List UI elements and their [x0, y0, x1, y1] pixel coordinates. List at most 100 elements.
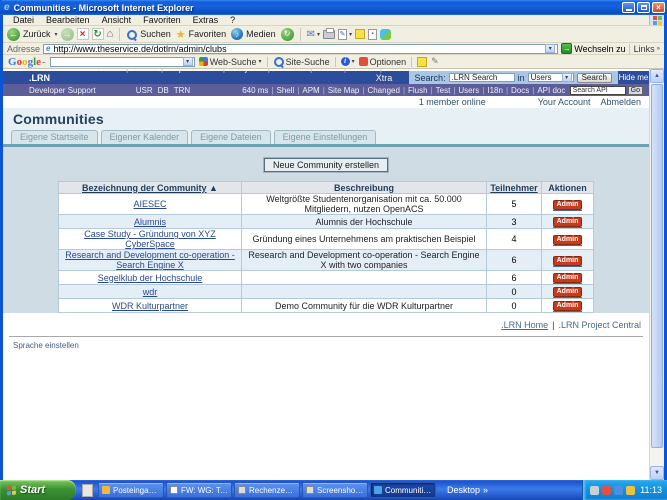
web-search-button[interactable]: Web-Suche ▾ — [199, 57, 262, 67]
portal-tab[interactable]: Eigene Einstellungen — [274, 130, 377, 144]
lrn-search-button[interactable]: Search — [577, 73, 612, 83]
admin-action-link[interactable]: Admin — [553, 300, 583, 312]
logout-link[interactable]: Abmelden — [600, 97, 641, 107]
minimize-button[interactable] — [622, 2, 635, 13]
lrn-scope-select[interactable]: Users ▾ — [528, 73, 574, 82]
portal-tab[interactable]: Eigene Dateien — [191, 130, 271, 144]
back-button[interactable]: ← Zurück ▾ — [7, 28, 58, 41]
tray-icon[interactable] — [590, 486, 599, 495]
google-input-dropdown-icon[interactable]: ▾ — [183, 57, 193, 66]
pencil-icon[interactable]: ✎ — [431, 56, 439, 67]
hide-me-link[interactable]: Hide me — [618, 73, 649, 82]
menu-item[interactable]: Extras — [187, 15, 225, 25]
lrn-home-link[interactable]: .LRN Home — [501, 320, 548, 330]
address-input[interactable]: e http://www.theservice.de/dotlrn/admin/… — [43, 44, 558, 54]
messenger-button[interactable] — [380, 29, 391, 40]
info-dropdown-icon[interactable]: ▾ — [352, 58, 355, 65]
address-url[interactable]: http://www.theservice.de/dotlrn/admin/cl… — [53, 44, 542, 54]
back-dropdown-icon[interactable]: ▾ — [55, 31, 58, 38]
edit-dropdown-icon[interactable]: ▾ — [349, 31, 352, 38]
portal-tab[interactable]: Eigener Kalender — [101, 130, 189, 144]
lrn-brand[interactable]: .LRN — [29, 73, 50, 83]
devbar-link[interactable]: Site Map — [320, 86, 360, 95]
devbar-link[interactable]: Test — [428, 86, 451, 95]
community-name-link[interactable]: Alumnis — [134, 217, 166, 227]
media-button[interactable]: ♪ Medien — [231, 28, 278, 40]
start-button[interactable]: Start — [0, 480, 76, 500]
community-name-link[interactable]: Research and Development co-operation - … — [65, 250, 235, 270]
google-search-input[interactable]: ▾ — [50, 57, 195, 67]
community-name-link[interactable]: WDR Kulturpartner — [112, 301, 188, 311]
devbar-link[interactable]: Users — [450, 86, 479, 95]
taskbar-task-button[interactable]: Rechenzentrum Uni K... — [234, 482, 300, 498]
taskbar-task-button[interactable]: Screenshots dotLRN... — [302, 482, 368, 498]
devbar-link[interactable]: APM — [294, 86, 319, 95]
research-button[interactable]: ▪ — [368, 29, 377, 40]
scroll-down-button[interactable]: ▼ — [650, 466, 664, 480]
mail-dropdown-icon[interactable]: ▾ — [317, 31, 320, 38]
admin-action-link[interactable]: Admin — [553, 199, 583, 211]
discuss-button[interactable] — [355, 29, 365, 39]
page-info-button[interactable]: i ▾ — [341, 57, 355, 66]
devbar-link[interactable]: Changed — [359, 86, 400, 95]
options-button[interactable]: Optionen — [359, 57, 407, 67]
admin-action-link[interactable]: Admin — [553, 255, 583, 267]
menu-item[interactable]: Datei — [7, 15, 40, 25]
taskbar-task-button[interactable]: Posteingang - Micros... — [98, 482, 164, 498]
taskbar-task-button[interactable]: Communities - Micros... — [370, 482, 436, 498]
admin-action-link[interactable]: Admin — [553, 286, 583, 298]
window-titlebar[interactable]: e Communities - Microsoft Internet Explo… — [0, 0, 667, 15]
api-search-input[interactable]: Search API — [570, 86, 626, 95]
taskbar-task-button[interactable]: FW: WG: Teilnahme v... — [166, 482, 232, 498]
community-name-link[interactable]: wdr — [143, 287, 158, 297]
web-search-dropdown-icon[interactable]: ▾ — [259, 58, 262, 65]
devbar-title[interactable]: Developer Support — [29, 86, 96, 95]
api-search-go-button[interactable]: Go — [628, 86, 643, 95]
scrollbar-thumb[interactable] — [651, 84, 663, 448]
admin-action-link[interactable]: Admin — [553, 216, 583, 228]
devbar-link[interactable]: Docs — [503, 86, 529, 95]
devbar-link[interactable]: Shell — [268, 86, 294, 95]
menu-item[interactable]: Ansicht — [96, 15, 138, 25]
portal-tab[interactable]: Eigene Startseite — [11, 130, 98, 144]
your-account-link[interactable]: Your Account — [538, 97, 591, 107]
print-button[interactable] — [323, 30, 335, 39]
favorites-button[interactable]: ★ Favoriten — [176, 28, 228, 41]
mail-button[interactable]: ✉ ▾ — [307, 29, 320, 40]
home-button[interactable]: ⌂ — [107, 28, 114, 40]
community-name-link[interactable]: AIESEC — [133, 199, 166, 209]
links-toolbar[interactable]: Links » — [629, 44, 660, 54]
vertical-scrollbar[interactable]: ▲ ▼ — [649, 69, 664, 480]
taskbar-clock[interactable]: 11:13 — [640, 485, 662, 495]
site-search-button[interactable]: Site-Suche — [273, 56, 330, 67]
search-button[interactable]: Suchen — [126, 29, 173, 40]
edit-button[interactable]: ✎ ▾ — [338, 29, 352, 40]
tray-icon[interactable] — [626, 486, 635, 495]
stop-button[interactable]: × — [77, 28, 89, 40]
devbar-mode[interactable]: TRN — [174, 86, 190, 95]
lrn-project-central-link[interactable]: .LRN Project Central — [558, 320, 641, 330]
devbar-link[interactable]: I18n — [479, 86, 503, 95]
devbar-link[interactable]: 640 ms — [242, 86, 268, 95]
highlight-button[interactable] — [417, 57, 427, 67]
devbar-mode[interactable]: DB — [158, 86, 169, 95]
sort-by-members-header[interactable]: Teilnehmer — [490, 183, 537, 193]
tray-icon[interactable] — [614, 486, 623, 495]
scroll-up-button[interactable]: ▲ — [650, 69, 664, 83]
go-button[interactable]: → Wechseln zu — [561, 43, 625, 54]
set-language-link[interactable]: Sprache einstellen — [13, 341, 79, 350]
community-name-link[interactable]: Case Study - Gründung von XYZ CyberSpace — [84, 229, 216, 249]
close-button[interactable]: × — [652, 2, 665, 13]
history-button[interactable]: ↻ — [281, 28, 294, 41]
address-dropdown-icon[interactable]: ▾ — [545, 44, 555, 53]
devbar-link[interactable]: API doc — [529, 86, 565, 95]
menu-item[interactable]: ? — [224, 15, 241, 25]
sort-by-name-header[interactable]: Bezeichnung der Community — [82, 183, 207, 193]
admin-action-link[interactable]: Admin — [553, 272, 583, 284]
refresh-button[interactable]: ↻ — [92, 28, 104, 40]
menu-item[interactable]: Bearbeiten — [40, 15, 96, 25]
admin-action-link[interactable]: Admin — [553, 234, 583, 246]
quick-launch-icon[interactable] — [82, 484, 93, 497]
tray-icon[interactable] — [602, 486, 611, 495]
lrn-search-input[interactable]: .LRN Search — [449, 73, 515, 82]
